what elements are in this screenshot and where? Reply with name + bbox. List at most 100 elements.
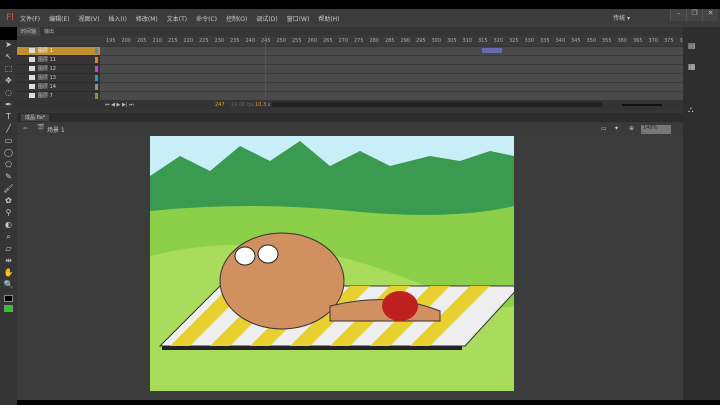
layer-frames[interactable]: [100, 74, 683, 83]
frame-rate[interactable]: 24.00 fps: [231, 102, 254, 108]
close-button[interactable]: ✕: [702, 9, 718, 21]
zoom-icon[interactable]: 🔍: [0, 280, 17, 292]
layer-row[interactable]: 图层 13: [17, 74, 100, 83]
edit-scene-icon[interactable]: ▭: [601, 125, 607, 132]
hand-icon[interactable]: ✋: [0, 268, 17, 280]
layer-outline-color[interactable]: [95, 75, 98, 81]
text-icon[interactable]: T: [0, 112, 17, 124]
properties-icon[interactable]: ▤: [688, 41, 696, 50]
menu-control[interactable]: 控制(O): [226, 14, 247, 23]
tween-span[interactable]: [482, 48, 502, 53]
rectangle-icon[interactable]: ▭: [0, 136, 17, 148]
menu-file[interactable]: 文件(F): [20, 14, 40, 23]
back-icon[interactable]: ⇦: [23, 125, 28, 132]
menu-help[interactable]: 帮助(H): [318, 14, 339, 23]
layer-outline-color[interactable]: [95, 84, 98, 90]
zoom-select[interactable]: 140%: [641, 125, 671, 134]
width-icon[interactable]: ⇹: [0, 256, 17, 268]
ruler-tick: 255: [292, 38, 302, 44]
menu-text[interactable]: 文本(T): [167, 14, 187, 23]
layer-frames[interactable]: [100, 47, 683, 56]
polystar-icon[interactable]: ⬠: [0, 160, 17, 172]
subselection-icon[interactable]: ↖: [0, 52, 17, 64]
deco-icon[interactable]: ✿: [0, 196, 17, 208]
library-icon[interactable]: ▦: [688, 62, 696, 71]
layer-icon: [29, 84, 35, 90]
layer-outline-color[interactable]: [95, 48, 98, 54]
ruler-tick: 330: [524, 38, 535, 44]
stroke-color-swatch[interactable]: [4, 295, 13, 302]
stage-canvas[interactable]: [150, 136, 514, 391]
ruler-tick: 335: [540, 38, 550, 44]
menu-edit[interactable]: 编辑(E): [49, 14, 69, 23]
ruler-tick: 215: [168, 38, 178, 44]
layer-row[interactable]: 图层 14: [17, 83, 100, 92]
layer-frames[interactable]: [100, 65, 683, 74]
menu-debug[interactable]: 调试(D): [256, 14, 277, 23]
menu-commands[interactable]: 命令(C): [196, 14, 217, 23]
layer-icon: [29, 66, 35, 72]
oval-icon[interactable]: ◯: [0, 148, 17, 160]
timeline-panel: 时间轴 输出 195200205210215220225230235240245…: [17, 27, 689, 113]
layer-outline-color[interactable]: [95, 57, 98, 63]
layer-outline-color[interactable]: [95, 66, 98, 72]
ruler-tick: 315: [478, 38, 488, 44]
pencil-icon[interactable]: ✎: [0, 172, 17, 184]
layer-icon: [29, 93, 35, 99]
scene-icon: 🎬: [37, 124, 45, 131]
right-panel-dock: ▤ ▦ ⛬: [683, 27, 720, 400]
layer-outline-color[interactable]: [95, 93, 98, 99]
layer-row[interactable]: 图层 11: [17, 56, 100, 65]
ruler-tick: 370: [648, 38, 659, 44]
lasso-icon[interactable]: ◌: [0, 88, 17, 100]
playhead[interactable]: [265, 36, 266, 101]
restore-button[interactable]: ❐: [686, 9, 702, 21]
tab-timeline[interactable]: 时间轴: [17, 27, 41, 36]
layer-name: 图层 13: [38, 75, 56, 82]
scene-name[interactable]: 场景 1: [47, 125, 65, 134]
components-icon[interactable]: ⛬: [688, 105, 694, 115]
line-icon[interactable]: ╱: [0, 124, 17, 136]
brush-icon[interactable]: 🖌: [0, 184, 17, 196]
document-tab[interactable]: 成品.fla*: [21, 114, 50, 121]
center-stage-icon[interactable]: ⊕: [629, 125, 634, 132]
current-frame[interactable]: 247: [215, 102, 225, 108]
layer-frames[interactable]: [100, 83, 683, 92]
pen-icon[interactable]: ✒: [0, 100, 17, 112]
menu-view[interactable]: 视图(V): [79, 14, 100, 23]
layer-name: 图层 12: [38, 66, 56, 73]
workspace-switcher[interactable]: 传统 ▾: [613, 13, 630, 22]
ruler-tick: 220: [183, 38, 194, 44]
minimize-button[interactable]: –: [670, 9, 686, 21]
ruler-tick: 375: [664, 38, 674, 44]
menu-modify[interactable]: 修改(M): [136, 14, 158, 23]
ruler-tick: 285: [385, 38, 395, 44]
playback-controls[interactable]: ⏮ ◀ ▶ ▶| ⏭: [105, 102, 134, 108]
free-transform-icon[interactable]: ⬚: [0, 64, 17, 76]
selection-icon[interactable]: ➤: [0, 40, 17, 52]
timeline-controls: ⏮ ◀ ▶ ▶| ⏭ 247 24.00 fps 10.3 s: [17, 100, 683, 110]
menu-window[interactable]: 窗口(W): [287, 14, 310, 23]
3d-rotation-icon[interactable]: ✥: [0, 76, 17, 88]
edit-symbols-icon[interactable]: ✦: [614, 125, 619, 132]
paint-bucket-icon[interactable]: ◐: [0, 220, 17, 232]
layer-frames[interactable]: [100, 56, 683, 65]
timeline-hscrollbar[interactable]: [272, 102, 602, 107]
ruler-tick: 240: [245, 38, 256, 44]
ruler-tick: 200: [121, 38, 132, 44]
timeline-tabs: 时间轴 输出: [17, 27, 58, 36]
layer-name: 图层 1: [38, 48, 53, 55]
ruler-tick: 205: [137, 38, 147, 44]
eyedropper-icon[interactable]: ⌕: [0, 232, 17, 244]
ruler-tick: 345: [571, 38, 581, 44]
menu-insert[interactable]: 插入(I): [108, 14, 126, 23]
layer-row[interactable]: 图层 1: [17, 47, 100, 56]
bone-icon[interactable]: ⚲: [0, 208, 17, 220]
layer-row[interactable]: 图层 12: [17, 65, 100, 74]
frame-ruler[interactable]: 1952002052102152202252302352402452502552…: [17, 36, 689, 46]
timeline-zoom-slider[interactable]: [622, 104, 662, 106]
fill-color-swatch[interactable]: [4, 305, 13, 312]
eraser-icon[interactable]: ▱: [0, 244, 17, 256]
tab-output[interactable]: 输出: [40, 27, 58, 36]
ruler-tick: 310: [462, 38, 473, 44]
